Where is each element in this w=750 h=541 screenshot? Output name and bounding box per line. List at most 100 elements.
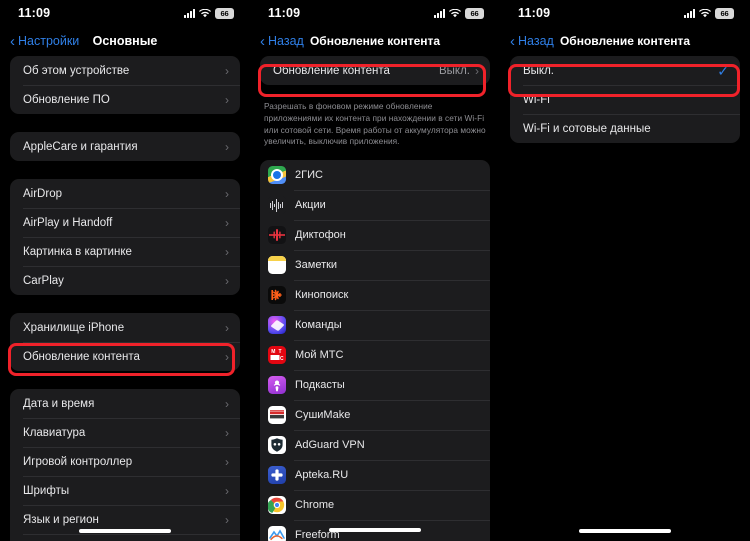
chevron-right-icon: ›: [475, 63, 479, 78]
sidebar-item-applecare[interactable]: AppleCare и гарантия ›: [10, 132, 240, 161]
app-list-group: 2ГИС Акции Диктофон Заметки Кинопоиск Ко…: [260, 160, 490, 541]
apteka-icon: [268, 466, 286, 485]
row-label: Игровой контроллер: [23, 455, 133, 468]
status-indicators: 66: [434, 7, 484, 19]
list-item[interactable]: СушиMake: [260, 400, 490, 430]
list-item-label: СушиMake: [295, 409, 351, 422]
list-item-label: AdGuard VPN: [295, 439, 365, 452]
list-item[interactable]: МТС Мой МТС: [260, 340, 490, 370]
sushimake-icon: [268, 406, 286, 425]
chevron-right-icon: ›: [225, 512, 229, 527]
mts-icon: МТС: [268, 346, 286, 365]
list-item[interactable]: AdGuard VPN: [260, 430, 490, 460]
settings-group-connectivity: AirDrop › AirPlay и Handoff › Картинка в…: [10, 179, 240, 295]
sidebar-item-about[interactable]: Об этом устройстве ›: [10, 56, 240, 85]
cellular-bars-icon: [684, 8, 695, 18]
sidebar-item-background-app-refresh[interactable]: Обновление контента ›: [10, 342, 240, 371]
wifi-icon: [449, 8, 461, 18]
sidebar-item-iphone-storage[interactable]: Хранилище iPhone ›: [10, 313, 240, 342]
settings-group-system: Дата и время › Клавиатура › Игровой конт…: [10, 389, 240, 541]
sidebar-item-software-update[interactable]: Обновление ПО ›: [10, 85, 240, 114]
row-label: AirPlay и Handoff: [23, 216, 113, 229]
list-item-label: Подкасты: [295, 379, 345, 392]
nav-bar: ‹ Назад Обновление контента: [250, 26, 500, 56]
home-indicator: [329, 528, 421, 532]
sidebar-item-fonts[interactable]: Шрифты ›: [10, 476, 240, 505]
back-button-label: Настройки: [18, 34, 80, 48]
status-time: 11:09: [18, 6, 51, 20]
list-item[interactable]: 2ГИС: [260, 160, 490, 190]
list-item[interactable]: Акции: [260, 190, 490, 220]
chevron-left-icon: ‹: [510, 32, 515, 50]
sidebar-item-game-controller[interactable]: Игровой контроллер ›: [10, 447, 240, 476]
status-time: 11:09: [268, 6, 301, 20]
chevron-right-icon: ›: [225, 244, 229, 259]
list-item-label: Акции: [295, 199, 326, 212]
list-item[interactable]: Кинопоиск: [260, 280, 490, 310]
footnote-description: Разрешать в фоновом режиме обновление пр…: [264, 101, 486, 147]
home-indicator: [579, 529, 671, 533]
chevron-right-icon: ›: [225, 215, 229, 230]
checkmark-icon: ✓: [717, 62, 729, 79]
back-button[interactable]: ‹ Назад: [510, 34, 554, 49]
list-item[interactable]: Заметки: [260, 250, 490, 280]
voice-memos-icon: [268, 226, 286, 245]
sidebar-item-airdrop[interactable]: AirDrop ›: [10, 179, 240, 208]
status-indicators: 66: [684, 7, 734, 19]
podcasts-icon: [268, 376, 286, 395]
kinopoisk-icon: [268, 286, 286, 305]
home-indicator: [79, 529, 171, 533]
list-item-label: Chrome: [295, 499, 335, 512]
row-label: Язык и регион: [23, 513, 99, 526]
settings-group-device: Об этом устройстве › Обновление ПО ›: [10, 56, 240, 114]
row-value: Выкл.: [438, 64, 470, 77]
option-wifi[interactable]: Wi-Fi: [510, 85, 740, 114]
chevron-right-icon: ›: [225, 63, 229, 78]
option-wifi-cellular[interactable]: Wi-Fi и сотовые данные: [510, 114, 740, 143]
three-phone-screenshots: 11:09 66 ‹ Настройки Основные Об этом ус…: [0, 0, 750, 541]
cellular-bars-icon: [434, 8, 445, 18]
phone-screen-background-refresh-list: 11:09 66 ‹ Назад Обновление контента Обн…: [250, 0, 500, 541]
sidebar-item-airplay-handoff[interactable]: AirPlay и Handoff ›: [10, 208, 240, 237]
row-label: Обновление контента: [273, 64, 390, 77]
list-item-label: Заметки: [295, 259, 338, 272]
settings-scroll-area[interactable]: Об этом устройстве › Обновление ПО › App…: [0, 56, 250, 541]
options-scroll-area: Выкл. ✓ Wi-Fi Wi-Fi и сотовые данные: [500, 56, 750, 541]
list-item[interactable]: Подкасты: [260, 370, 490, 400]
phone-screen-general-settings: 11:09 66 ‹ Настройки Основные Об этом ус…: [0, 0, 250, 541]
notes-icon: [268, 256, 286, 275]
row-label: CarPlay: [23, 274, 64, 287]
master-toggle-group: Обновление контента Выкл. ›: [260, 56, 490, 85]
list-item[interactable]: Команды: [260, 310, 490, 340]
chevron-right-icon: ›: [225, 396, 229, 411]
list-item-label: Мой МТС: [295, 349, 344, 362]
list-item[interactable]: Apteka.RU: [260, 460, 490, 490]
background-refresh-scroll-area[interactable]: Обновление контента Выкл. › Разрешать в …: [250, 56, 500, 541]
svg-text:Т: Т: [279, 349, 282, 355]
nav-bar: ‹ Настройки Основные: [0, 26, 250, 56]
chevron-right-icon: ›: [225, 139, 229, 154]
adguard-icon: [268, 436, 286, 455]
row-label: Об этом устройстве: [23, 64, 130, 77]
chevron-right-icon: ›: [225, 273, 229, 288]
sidebar-item-date-time[interactable]: Дата и время ›: [10, 389, 240, 418]
back-button[interactable]: ‹ Настройки: [10, 34, 79, 49]
chevron-left-icon: ‹: [10, 32, 15, 50]
sidebar-item-dictionary[interactable]: Словарь ›: [10, 534, 240, 541]
nav-bar: ‹ Назад Обновление контента: [500, 26, 750, 56]
back-button-label: Назад: [268, 34, 304, 48]
sidebar-item-keyboard[interactable]: Клавиатура ›: [10, 418, 240, 447]
option-off[interactable]: Выкл. ✓: [510, 56, 740, 85]
chrome-icon: [268, 496, 286, 515]
list-item[interactable]: Диктофон: [260, 220, 490, 250]
back-button[interactable]: ‹ Назад: [260, 34, 304, 49]
stocks-icon: [268, 196, 286, 215]
back-button-label: Назад: [518, 34, 554, 48]
background-app-refresh-master-row[interactable]: Обновление контента Выкл. ›: [260, 56, 490, 85]
list-item[interactable]: Chrome: [260, 490, 490, 520]
sidebar-item-carplay[interactable]: CarPlay ›: [10, 266, 240, 295]
list-item-label: Команды: [295, 319, 342, 332]
sidebar-item-picture-in-picture[interactable]: Картинка в картинке ›: [10, 237, 240, 266]
row-label: Обновление контента: [23, 350, 140, 363]
row-label: Картинка в картинке: [23, 245, 132, 258]
